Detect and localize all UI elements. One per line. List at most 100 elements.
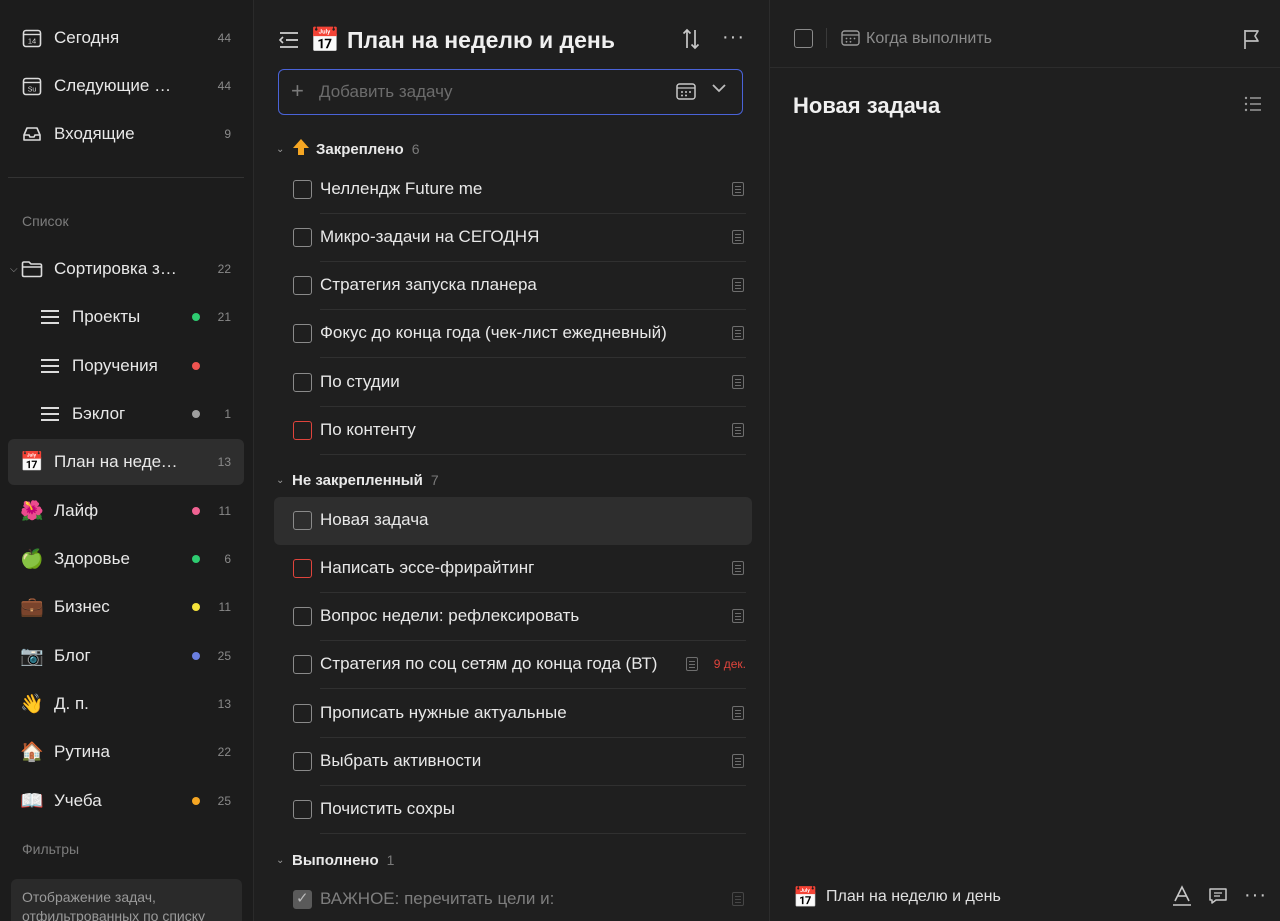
task-row[interactable]: Фокус до конца года (чек-лист ежедневный… bbox=[274, 310, 752, 358]
more-options-icon[interactable]: ··· bbox=[1244, 884, 1267, 907]
task-checkbox[interactable] bbox=[293, 607, 312, 626]
task-title[interactable]: Написать эссе-фрирайтинг bbox=[320, 558, 534, 578]
sidebar-item-inbox[interactable]: Входящие 9 bbox=[8, 111, 244, 157]
color-dot bbox=[192, 555, 200, 563]
note-icon bbox=[732, 706, 744, 720]
task-row[interactable]: Вопрос недели: рефлексировать bbox=[274, 593, 752, 641]
task-row[interactable]: Микро-задачи на СЕГОДНЯ bbox=[274, 214, 752, 262]
sidebar-item-count: 25 bbox=[217, 794, 231, 808]
task-title[interactable]: Новая задача bbox=[320, 510, 429, 530]
task-row[interactable]: Написать эссе-фрирайтинг bbox=[274, 545, 752, 593]
add-task-box[interactable]: + bbox=[278, 69, 743, 115]
task-row[interactable]: По студии bbox=[274, 359, 752, 407]
task-title[interactable]: Прописать нужные актуальные bbox=[320, 703, 567, 723]
task-title[interactable]: Почистить сохры bbox=[320, 799, 455, 819]
chevron-down-icon[interactable]: ⌄ bbox=[276, 475, 292, 486]
task-title[interactable]: Выбрать активности bbox=[320, 751, 481, 771]
chevron-down-icon[interactable]: ⌄ bbox=[276, 855, 292, 866]
group-header-done[interactable]: ⌄ Выполнено 1 bbox=[276, 848, 394, 872]
sidebar-item-life[interactable]: 🌺 Лайф 11 bbox=[8, 488, 244, 534]
list-selector[interactable]: План на неделю и день bbox=[826, 888, 1001, 906]
group-header-pinned[interactable]: ⌄ Закреплено 6 bbox=[276, 137, 420, 161]
flag-icon[interactable] bbox=[1242, 28, 1262, 50]
task-checkbox[interactable] bbox=[293, 800, 312, 819]
sidebar-item-routine[interactable]: 🏠 Рутина 22 bbox=[8, 729, 244, 775]
task-row[interactable]: Выбрать активности bbox=[274, 738, 752, 786]
task-row[interactable]: По контенту bbox=[274, 407, 752, 455]
color-dot bbox=[192, 652, 200, 660]
color-dot bbox=[192, 313, 200, 321]
sort-icon[interactable] bbox=[682, 28, 700, 56]
task-checkbox[interactable] bbox=[293, 752, 312, 771]
chevron-down-icon[interactable]: ⌄ bbox=[276, 144, 292, 155]
calendar-icon[interactable] bbox=[841, 29, 860, 47]
task-row[interactable]: Почистить сохры bbox=[274, 786, 752, 834]
waving-hand-emoji-icon: 👋 bbox=[20, 694, 44, 715]
task-checkbox[interactable] bbox=[293, 511, 312, 530]
task-row[interactable]: Челлендж Future me bbox=[274, 166, 752, 214]
task-checkbox[interactable] bbox=[293, 228, 312, 247]
sidebar-divider bbox=[8, 177, 244, 178]
task-checkbox-high-priority[interactable] bbox=[293, 421, 312, 440]
task-row[interactable]: Прописать нужные актуальные bbox=[274, 690, 752, 738]
task-checkbox[interactable] bbox=[293, 324, 312, 343]
sidebar-item-label: Лайф bbox=[54, 501, 99, 520]
task-row[interactable]: Стратегия запуска планера bbox=[274, 262, 752, 310]
task-checkbox[interactable] bbox=[293, 373, 312, 392]
more-options-icon[interactable]: ··· bbox=[722, 26, 745, 49]
add-task-input[interactable] bbox=[319, 80, 659, 104]
checklist-icon[interactable] bbox=[1244, 96, 1262, 112]
sidebar-item-label: Поручения bbox=[72, 356, 158, 375]
sidebar-item-dp[interactable]: 👋 Д. п. 13 bbox=[8, 681, 244, 727]
task-detail-title[interactable]: Новая задача bbox=[793, 93, 940, 119]
sidebar-item-backlog[interactable]: Бэклог 1 bbox=[8, 391, 244, 437]
group-header-unpinned[interactable]: ⌄ Не закрепленный 7 bbox=[276, 468, 439, 492]
sidebar-item-today[interactable]: 14 Сегодня 44 bbox=[8, 15, 244, 61]
task-checkbox[interactable] bbox=[293, 180, 312, 199]
task-checkbox[interactable] bbox=[293, 704, 312, 723]
task-title[interactable]: Челлендж Future me bbox=[320, 179, 482, 199]
comment-icon[interactable] bbox=[1208, 887, 1228, 905]
color-dot bbox=[192, 797, 200, 805]
task-row-selected[interactable]: Новая задача bbox=[274, 497, 752, 545]
task-title[interactable]: Стратегия запуска планера bbox=[320, 275, 537, 295]
due-date-button[interactable]: Когда выполнить bbox=[866, 30, 992, 48]
task-checkbox[interactable] bbox=[794, 29, 813, 48]
sidebar-item-count: 11 bbox=[218, 504, 231, 518]
sidebar-item-business[interactable]: 💼 Бизнес 11 bbox=[8, 584, 244, 630]
sidebar-item-count: 21 bbox=[217, 310, 231, 324]
row-divider bbox=[320, 454, 746, 455]
svg-text:Su: Su bbox=[28, 87, 37, 94]
task-checkbox-high-priority[interactable] bbox=[293, 559, 312, 578]
task-title[interactable]: Фокус до конца года (чек-лист ежедневный… bbox=[320, 323, 667, 343]
task-title[interactable]: По контенту bbox=[320, 420, 416, 440]
task-title[interactable]: Стратегия по соц сетям до конца года (ВТ… bbox=[320, 654, 657, 674]
task-checkbox[interactable] bbox=[293, 655, 312, 674]
sidebar-item-errands[interactable]: Поручения bbox=[8, 343, 244, 389]
sidebar-item-next-7-days[interactable]: Su Следующие 7 дней 44 bbox=[8, 63, 244, 109]
note-icon bbox=[732, 326, 744, 340]
note-icon bbox=[732, 375, 744, 389]
sidebar-item-study[interactable]: 📖 Учеба 25 bbox=[8, 778, 244, 824]
task-checkbox-checked[interactable] bbox=[293, 889, 312, 909]
task-title[interactable]: Микро-задачи на СЕГОДНЯ bbox=[320, 227, 539, 247]
text-format-icon[interactable] bbox=[1172, 885, 1192, 913]
sidebar-item-blog[interactable]: 📷 Блог 25 bbox=[8, 633, 244, 679]
sidebar-item-health[interactable]: 🍏 Здоровье 6 bbox=[8, 536, 244, 582]
sidebar-item-weekly-plan[interactable]: 📅 План на неделю и день 13 bbox=[8, 439, 244, 485]
sidebar-item-count: 11 bbox=[218, 600, 231, 614]
task-title[interactable]: Вопрос недели: рефлексировать bbox=[320, 606, 579, 626]
date-picker-icon[interactable] bbox=[676, 82, 696, 101]
task-row-completed[interactable]: ВАЖНОЕ: перечитать цели и: bbox=[274, 876, 752, 921]
sidebar-toggle-icon[interactable] bbox=[278, 30, 300, 50]
task-row[interactable]: Стратегия по соц сетям до конца года (ВТ… bbox=[274, 641, 752, 689]
task-title[interactable]: По студии bbox=[320, 372, 400, 392]
sidebar-folder-sorting[interactable]: ⌵ Сортировка задач 22 bbox=[8, 246, 244, 292]
chevron-down-icon[interactable]: ⌵ bbox=[10, 264, 18, 275]
task-title[interactable]: ВАЖНОЕ: перечитать цели и: bbox=[320, 889, 554, 909]
list-header: 📅 План на неделю и день ··· bbox=[254, 0, 770, 68]
sidebar-item-projects[interactable]: Проекты 21 bbox=[8, 294, 244, 340]
due-date[interactable]: 9 дек. bbox=[714, 657, 746, 671]
chevron-down-icon[interactable] bbox=[711, 80, 727, 96]
task-checkbox[interactable] bbox=[293, 276, 312, 295]
